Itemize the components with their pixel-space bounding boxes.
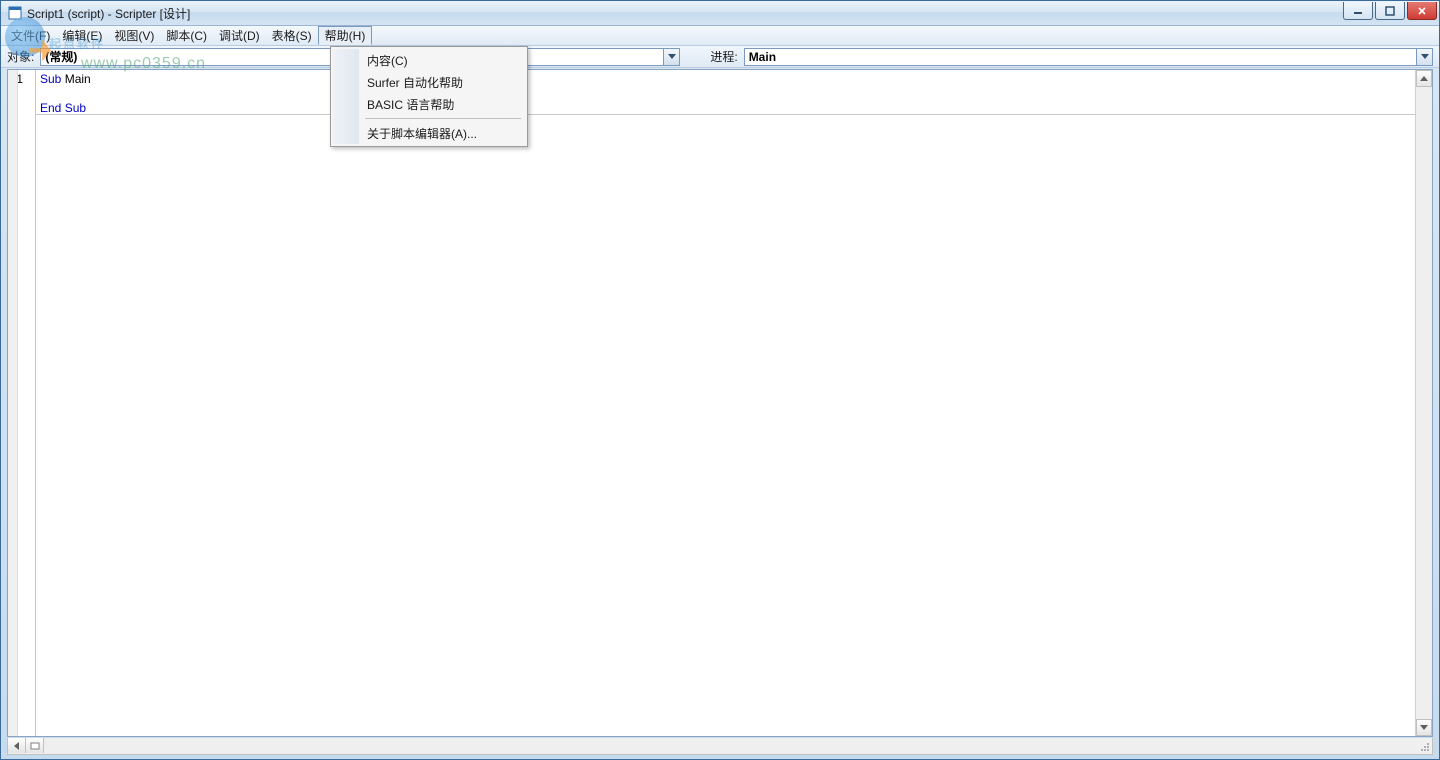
maximize-button[interactable] xyxy=(1375,2,1405,20)
help-dropdown: 内容(C) Surfer 自动化帮助 BASIC 语言帮助 关于脚本编辑器(A)… xyxy=(330,46,528,147)
scroll-up-icon[interactable] xyxy=(1416,70,1432,87)
close-icon xyxy=(1417,6,1427,16)
keyword-sub: Sub xyxy=(40,72,61,86)
sheet-tab[interactable] xyxy=(26,738,44,753)
sheet-nav-prev[interactable] xyxy=(8,738,26,753)
help-basic[interactable]: BASIC 语言帮助 xyxy=(333,93,525,115)
title-bar: Script1 (script) - Scripter [设计] xyxy=(1,1,1439,26)
help-about[interactable]: 关于脚本编辑器(A)... xyxy=(333,122,525,144)
app-icon xyxy=(7,5,23,21)
menu-view[interactable]: 视图(V) xyxy=(108,26,160,45)
help-contents[interactable]: 内容(C) xyxy=(333,49,525,71)
chevron-down-icon xyxy=(663,49,679,65)
minimize-icon xyxy=(1353,6,1363,16)
minimize-button[interactable] xyxy=(1343,2,1373,20)
scroll-track[interactable] xyxy=(1416,87,1432,719)
resize-grip-icon[interactable] xyxy=(1415,738,1432,754)
line-gutter: 1 xyxy=(8,70,36,736)
proc-combo-value: Main xyxy=(745,50,1416,64)
menu-file[interactable]: 文件(F) xyxy=(5,26,56,45)
menu-edit[interactable]: 编辑(E) xyxy=(56,26,108,45)
keyword-end: End xyxy=(40,101,61,115)
close-button[interactable] xyxy=(1407,2,1437,20)
horizontal-scrollbar[interactable] xyxy=(7,738,1433,755)
window-title: Script1 (script) - Scripter [设计] xyxy=(27,5,190,22)
object-proc-bar: 对象: (常规) 进程: Main xyxy=(1,46,1439,68)
chevron-down-icon xyxy=(1416,49,1432,65)
menu-sheet[interactable]: 表格(S) xyxy=(266,26,318,45)
identifier-main: Main xyxy=(61,72,90,86)
menu-help[interactable]: 帮助(H) xyxy=(318,26,373,45)
menu-debug[interactable]: 调试(D) xyxy=(213,26,266,45)
breakpoint-bar[interactable] xyxy=(8,70,18,736)
vertical-scrollbar[interactable] xyxy=(1415,70,1432,736)
proc-combo[interactable]: Main xyxy=(744,48,1433,66)
menu-script[interactable]: 脚本(C) xyxy=(160,26,213,45)
scroll-down-icon[interactable] xyxy=(1416,719,1432,736)
code-editor[interactable]: 1 Sub Main End Sub xyxy=(7,69,1433,737)
proc-label: 进程: xyxy=(710,48,737,65)
window-controls xyxy=(1343,2,1437,20)
menu-separator xyxy=(363,115,525,122)
maximize-icon xyxy=(1385,6,1395,16)
help-surfer[interactable]: Surfer 自动化帮助 xyxy=(333,71,525,93)
hscroll-track[interactable] xyxy=(44,738,1415,754)
object-label: 对象: xyxy=(7,48,34,65)
app-window: Script1 (script) - Scripter [设计] 文件(F) 编… xyxy=(0,0,1440,760)
menu-bar: 文件(F) 编辑(E) 视图(V) 脚本(C) 调试(D) 表格(S) 帮助(H… xyxy=(1,26,1439,46)
proc-divider xyxy=(36,114,1415,115)
code-area[interactable]: Sub Main End Sub xyxy=(36,70,1415,736)
keyword-sub2: Sub xyxy=(61,101,86,115)
